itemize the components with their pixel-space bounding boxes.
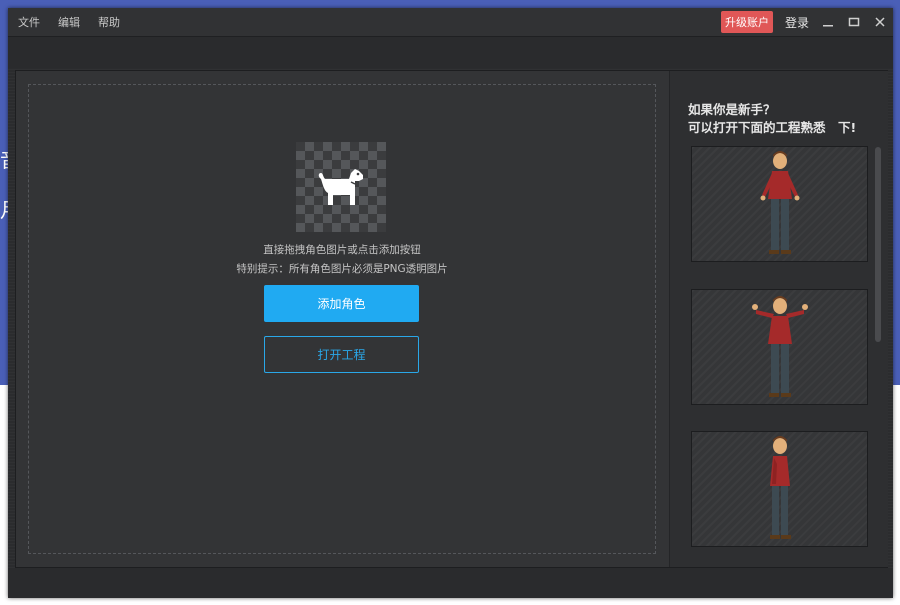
character-figure bbox=[760, 151, 799, 254]
menu-file[interactable]: 文件 bbox=[18, 14, 40, 30]
title-bar: 文件 编辑 帮助 升级账户 登录 bbox=[8, 8, 893, 37]
title-bar-actions: 升级账户 登录 bbox=[720, 8, 887, 36]
open-project-button[interactable]: 打开工程 bbox=[264, 336, 419, 373]
close-icon[interactable] bbox=[873, 15, 887, 29]
sample-project-thumbnail[interactable] bbox=[691, 146, 868, 262]
minimize-icon[interactable] bbox=[821, 15, 835, 29]
menu-bar: 文件 编辑 帮助 bbox=[18, 8, 120, 36]
sample-project-thumbnail[interactable] bbox=[691, 431, 868, 547]
bottom-strip bbox=[8, 568, 893, 598]
sample-panel-scrollbar[interactable] bbox=[875, 147, 881, 342]
drop-hint: 直接拖拽角色图片或点击添加按钮 bbox=[263, 244, 421, 256]
character-figure bbox=[751, 296, 808, 397]
character-figure bbox=[769, 436, 791, 539]
main-panel: 直接拖拽角色图片或点击添加按钮 特别提示：所有角色图片必须是PNG透明图片 添加… bbox=[15, 70, 888, 568]
dog-icon bbox=[318, 169, 363, 205]
sample-projects-panel: 如果你是新手？ 可以打开下面的工程熟悉 下! bbox=[669, 71, 888, 567]
add-character-button[interactable]: 添加角色 bbox=[264, 285, 419, 322]
newbie-prompt-line2: 可以打开下面的工程熟悉 下! bbox=[688, 120, 857, 135]
newbie-prompt-line1: 如果你是新手？ bbox=[688, 102, 776, 117]
png-requirement-hint: 特别提示：所有角色图片必须是PNG透明图片 bbox=[236, 263, 448, 275]
app-window: 文件 编辑 帮助 升级账户 登录 直接拖拽角色图片或点击添加按钮 特别提示：所有… bbox=[8, 8, 893, 598]
toolbar-strip bbox=[8, 37, 893, 68]
upgrade-account-button[interactable]: 升级账户 bbox=[720, 11, 773, 33]
maximize-icon[interactable] bbox=[847, 15, 861, 29]
newbie-prompt: 如果你是新手？ 可以打开下面的工程熟悉 下! bbox=[688, 101, 856, 137]
menu-edit[interactable]: 编辑 bbox=[58, 14, 80, 30]
sample-project-thumbnail[interactable] bbox=[691, 289, 868, 405]
menu-help[interactable]: 帮助 bbox=[98, 14, 120, 30]
login-button[interactable]: 登录 bbox=[785, 14, 809, 31]
transparent-image-placeholder bbox=[296, 142, 386, 232]
image-drop-zone[interactable]: 直接拖拽角色图片或点击添加按钮 特别提示：所有角色图片必须是PNG透明图片 添加… bbox=[28, 84, 656, 554]
